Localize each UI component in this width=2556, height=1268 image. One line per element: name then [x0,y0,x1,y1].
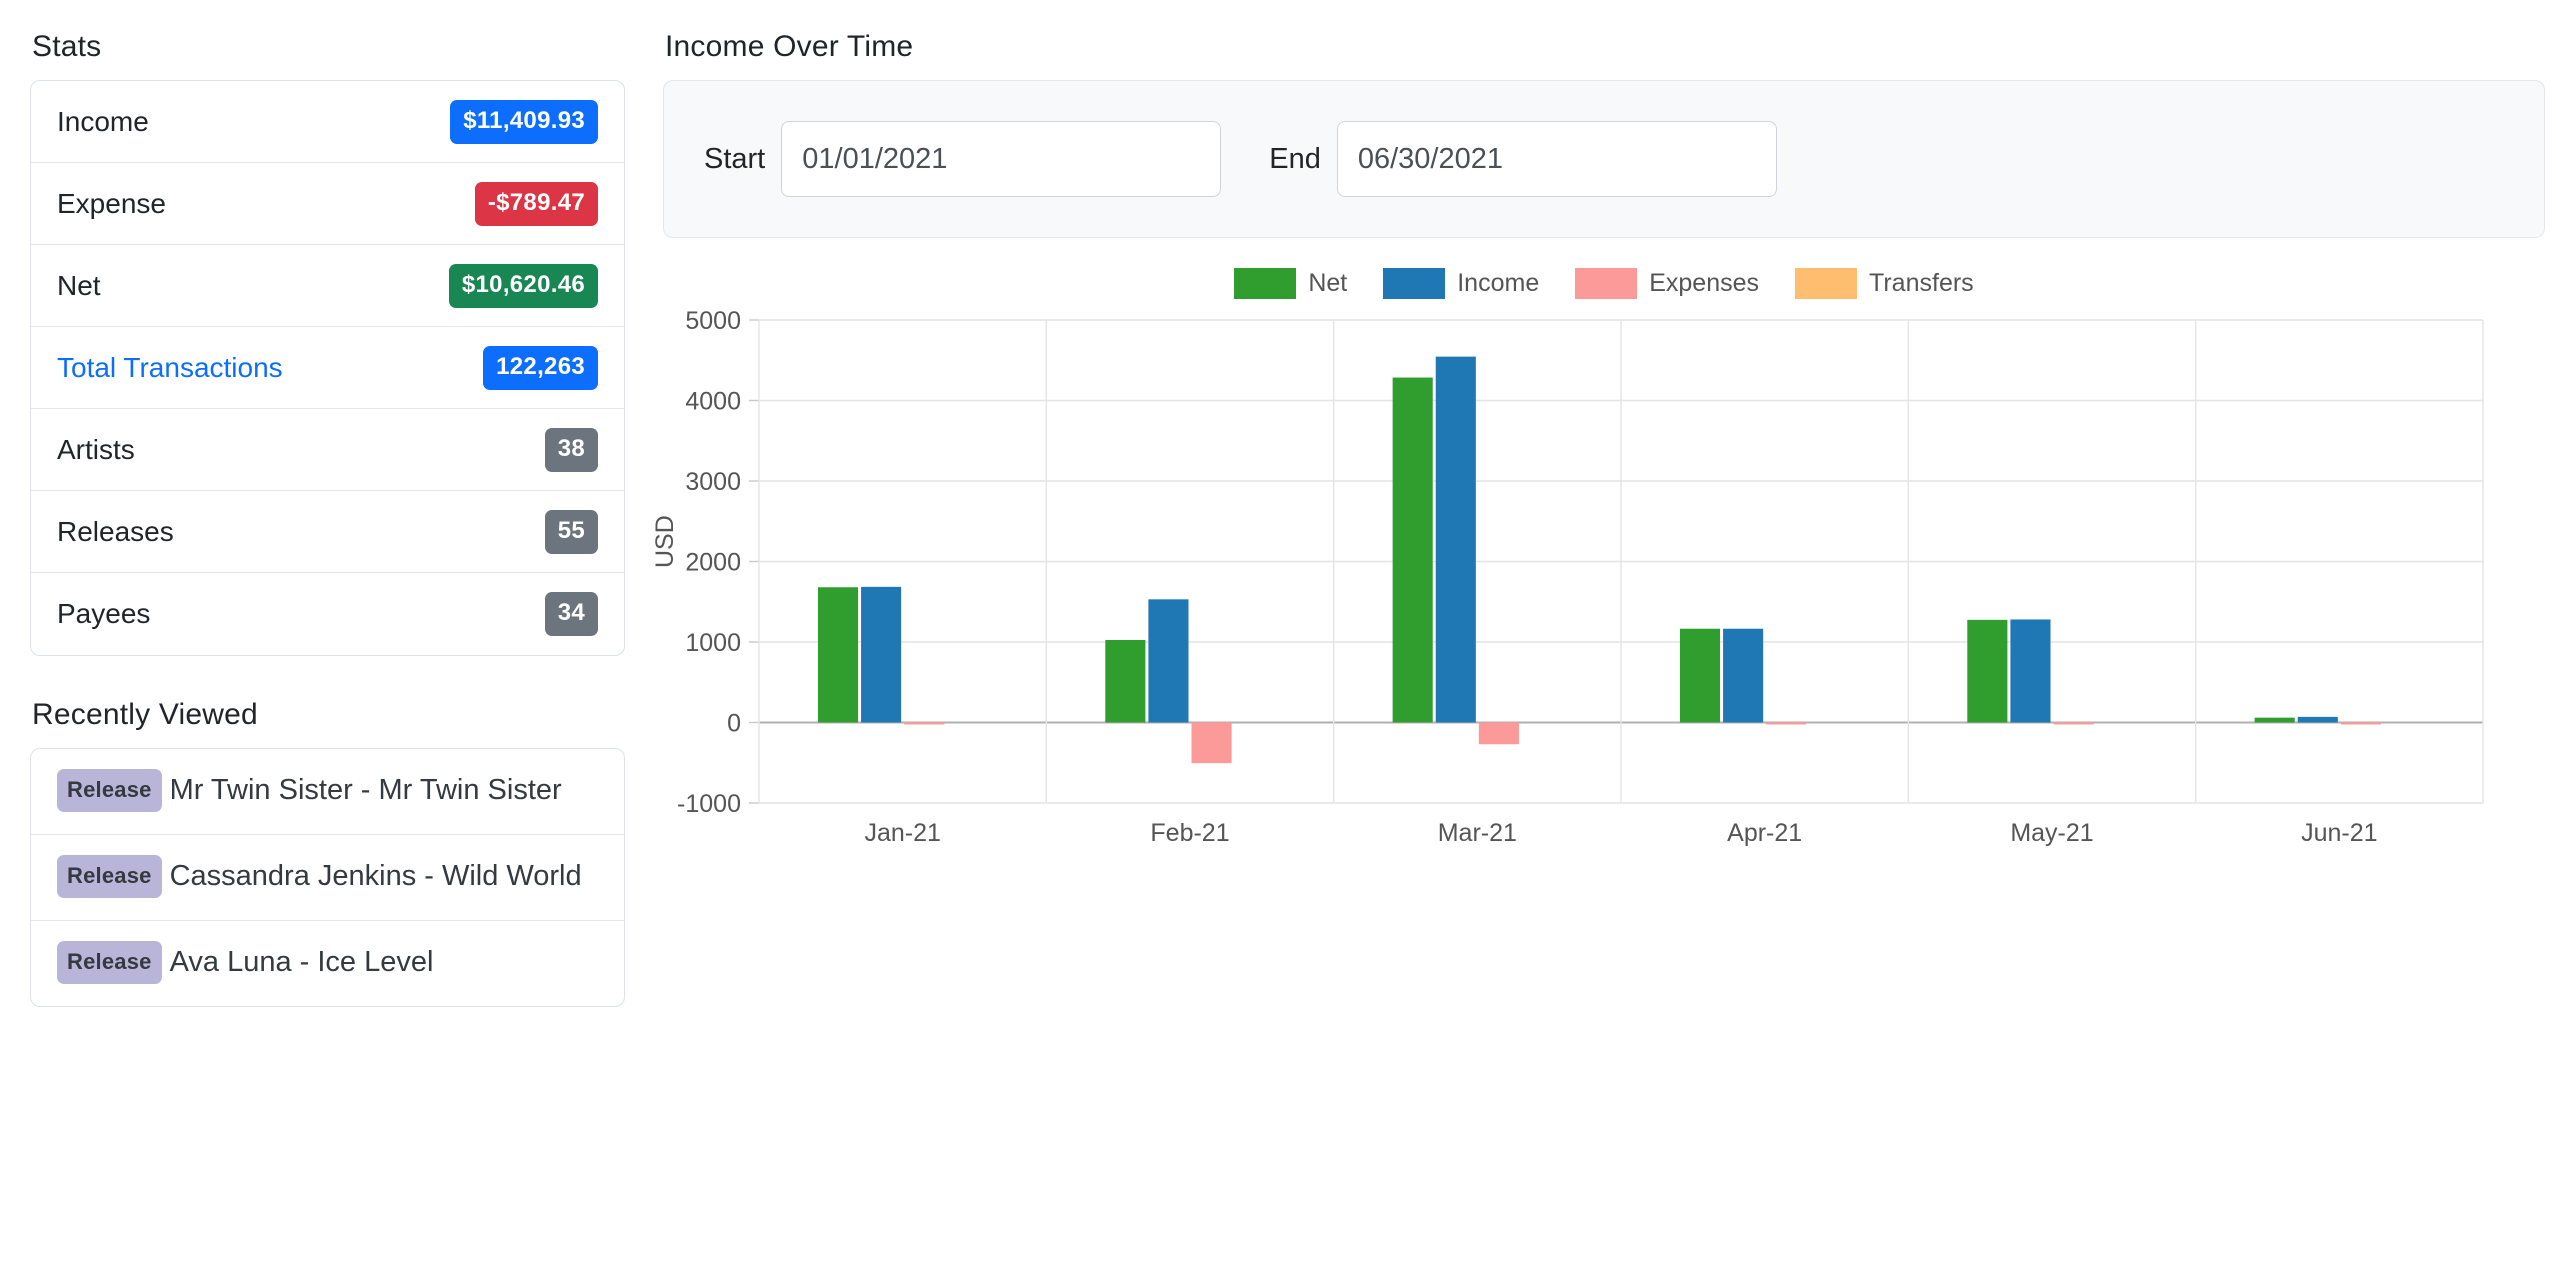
chart-panel: Income Over Time Start End Net Income Expe… [651,30,2545,868]
legend-item[interactable]: Expenses [1575,268,1759,299]
chart-bar[interactable] [1967,619,2008,723]
release-type-tag: Release [57,940,162,984]
chart-bar[interactable] [1766,722,1807,725]
svg-text:-1000: -1000 [677,790,741,818]
svg-text:4000: 4000 [685,388,741,416]
start-date-label: Start [704,142,766,175]
x-axis-tick-label: May-21 [2010,819,2093,847]
start-date-group: Start [704,121,1222,197]
stats-row-badge: 34 [544,592,598,636]
chart-title: Income Over Time [665,30,914,63]
legend-swatch-icon [1383,268,1446,299]
legend-swatch-icon [1234,268,1297,299]
stats-card: Income $11,409.93 Expense -$789.47 Net $10,62… [30,80,625,656]
chart-bar[interactable] [2010,619,2051,723]
chart-bar[interactable] [1435,356,1476,723]
recently-viewed-item[interactable]: Release Cassandra Jenkins - Wild World [31,835,624,921]
chart-bar[interactable] [904,722,945,725]
x-axis-tick-label: Jun-21 [2301,819,2377,847]
chart-bar[interactable] [817,587,859,723]
chart-bar[interactable] [861,586,902,723]
x-axis-tick-label: Jan-21 [864,819,940,847]
stats-row: Net $10,620.46 [31,245,624,327]
x-axis-tick-label: Apr-21 [1727,819,1802,847]
legend-item[interactable]: Transfers [1795,268,1974,299]
legend-label: Transfers [1869,269,1974,297]
stats-row-badge: $11,409.93 [450,99,598,144]
svg-text:0: 0 [727,710,741,738]
recently-viewed-item[interactable]: Release Mr Twin Sister - Mr Twin Sister [31,749,624,835]
dashboard-page: Stats Income $11,409.93 Expense -$789.47 Net… [0,0,2556,1268]
stats-row: Artists 38 [31,409,624,491]
stats-heading: Stats [32,30,102,63]
chart-bar[interactable] [2053,722,2094,725]
chart-bar[interactable] [2254,717,2295,723]
stats-row-badge: 38 [544,427,598,472]
stats-row[interactable]: Total Transactions 122,263 [31,327,624,409]
recently-viewed-item-label[interactable]: Mr Twin Sister - Mr Twin Sister [170,774,562,806]
stats-row-badge: 122,263 [483,345,598,390]
chart-bar[interactable] [2340,722,2381,725]
legend-label: Income [1457,269,1540,297]
stats-row: Income $11,409.93 [31,81,624,163]
end-date-input[interactable] [1336,121,1777,197]
svg-text:1000: 1000 [685,629,741,657]
x-axis-tick-label: Feb-21 [1150,819,1229,847]
chart-svg: -1000 0 1000 2000 3000 4000 5000 Jan-21 Feb-21 Ma… [677,310,2484,847]
stats-row-badge: -$789.47 [474,181,598,226]
chart-bar[interactable] [1148,599,1189,723]
svg-text:3000: 3000 [685,468,741,496]
date-filter-bar: Start End [663,80,2545,238]
svg-text:5000: 5000 [685,310,741,335]
legend-label: Expenses [1649,269,1760,297]
svg-text:2000: 2000 [685,549,741,577]
stats-row: Expense -$789.47 [31,163,624,245]
release-type-tag: Release [57,769,162,812]
recently-viewed-card: Release Mr Twin Sister - Mr Twin Sister Re… [30,748,625,1007]
income-over-time-chart: Net Income Expenses Transfers USD -1000 0 100… [651,268,2545,868]
stats-row: Releases 55 [31,491,624,573]
x-axis-tick-label: Mar-21 [1438,819,1517,847]
stats-row-label: Expense [57,187,166,219]
stats-row-label: Artists [57,433,135,465]
chart-bar[interactable] [2297,716,2338,723]
end-date-label: End [1269,142,1321,175]
legend-item[interactable]: Net [1234,268,1347,299]
y-axis-label: USD [651,515,679,568]
stats-row-label: Releases [57,515,174,547]
recently-viewed-heading: Recently Viewed [32,698,258,731]
recently-viewed-item[interactable]: Release Ava Luna - Ice Level [31,921,624,1006]
legend-swatch-icon [1575,268,1638,299]
chart-bar[interactable] [1679,628,1721,723]
chart-bar[interactable] [1478,722,1519,745]
stats-row: Payees 34 [31,573,624,655]
legend-label: Net [1308,269,1348,297]
chart-bar[interactable] [1105,639,1146,723]
chart-bar[interactable] [1191,722,1232,764]
chart-plot-area: USD -1000 0 1000 2000 3000 4000 5000 Jan-21 Feb-… [651,310,2545,855]
chart-legend: Net Income Expenses Transfers [663,268,2545,299]
chart-bar[interactable] [1723,628,1764,723]
stats-sidebar: Stats Income $11,409.93 Expense -$789.47 Net… [30,30,625,1007]
start-date-input[interactable] [781,121,1222,197]
release-type-tag: Release [57,854,162,898]
stats-row-badge: 55 [544,509,598,554]
stats-row-badge: $10,620.46 [448,263,598,308]
recently-viewed-item-label[interactable]: Cassandra Jenkins - Wild World [170,860,582,892]
stats-row-label: Net [57,269,101,301]
legend-item[interactable]: Income [1383,268,1539,299]
recently-viewed-item-label[interactable]: Ava Luna - Ice Level [170,946,434,978]
chart-bar[interactable] [1392,377,1433,723]
stats-row-label: Payees [57,598,151,629]
legend-swatch-icon [1795,268,1858,299]
stats-row-label: Income [57,105,149,137]
end-date-group: End [1269,121,1777,197]
stats-row-label[interactable]: Total Transactions [57,352,283,384]
